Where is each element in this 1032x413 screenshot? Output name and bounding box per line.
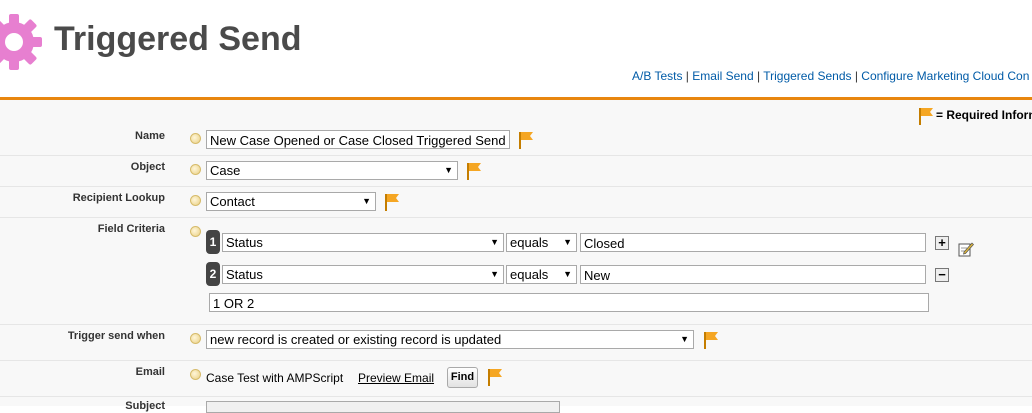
required-flag-icon — [488, 369, 502, 386]
chevron-down-icon: ▼ — [490, 269, 499, 279]
recipient-lookup-label: Recipient Lookup — [72, 192, 165, 204]
name-label: Name — [135, 130, 165, 142]
criteria-field-value: Status — [226, 267, 263, 282]
recipient-lookup-value: Contact — [210, 194, 255, 209]
chevron-down-icon: ▼ — [444, 165, 453, 175]
email-name: Case Test with AMPScript — [206, 371, 344, 385]
chevron-down-icon: ▼ — [563, 237, 572, 247]
help-icon[interactable] — [190, 369, 201, 380]
criteria-field-value: Status — [226, 235, 263, 250]
required-flag-icon — [519, 132, 533, 149]
required-flag-icon — [467, 163, 481, 180]
criteria-value-field[interactable]: New — [580, 265, 926, 284]
criteria-row-number: 1 — [206, 230, 220, 254]
header-links: A/B Tests | Email Send | Triggered Sends… — [632, 69, 1029, 83]
chevron-down-icon: ▼ — [563, 269, 572, 279]
remove-criteria-button[interactable]: − — [935, 268, 949, 282]
help-icon[interactable] — [190, 333, 201, 344]
field-criteria-label: Field Criteria — [97, 223, 165, 235]
criteria-row-number: 2 — [206, 262, 220, 286]
required-legend: = Required Inform — [918, 107, 1032, 125]
object-label: Object — [130, 161, 165, 173]
name-field[interactable]: New Case Opened or Case Closed Triggered… — [206, 130, 510, 149]
criteria-logic-field[interactable]: 1 OR 2 — [209, 293, 929, 312]
link-separator: | — [753, 69, 764, 83]
subject-label: Subject — [125, 400, 165, 412]
required-flag-icon — [919, 108, 933, 125]
help-icon[interactable] — [190, 164, 201, 175]
row-divider — [0, 396, 1032, 397]
row-divider — [0, 155, 1032, 156]
link-separator: | — [851, 69, 862, 83]
chevron-down-icon: ▼ — [362, 196, 371, 206]
email-label: Email — [135, 366, 165, 378]
recipient-lookup-select[interactable]: Contact ▼ — [206, 192, 376, 211]
trigger-select-value: new record is created or existing record… — [210, 332, 502, 347]
subject-field — [206, 401, 560, 413]
help-icon[interactable] — [190, 133, 201, 144]
row-divider — [0, 217, 1032, 218]
criteria-field-select[interactable]: Status ▼ — [222, 233, 504, 252]
edit-pencil-icon[interactable] — [958, 241, 974, 257]
criteria-operator-value: equals — [510, 235, 549, 250]
help-icon[interactable] — [190, 195, 201, 206]
link-ab-tests[interactable]: A/B Tests — [632, 69, 682, 83]
link-separator: | — [682, 69, 693, 83]
criteria-operator-value: equals — [510, 267, 549, 282]
required-legend-text: = Required Inform — [936, 108, 1032, 123]
add-criteria-button[interactable]: + — [935, 236, 949, 250]
find-button[interactable]: Find — [447, 367, 478, 388]
link-email-send[interactable]: Email Send — [692, 69, 753, 83]
chevron-down-icon: ▼ — [680, 334, 689, 344]
criteria-field-select[interactable]: Status ▼ — [222, 265, 504, 284]
chevron-down-icon: ▼ — [490, 237, 499, 247]
page-title: Triggered Send — [54, 20, 302, 58]
object-select-value: Case — [210, 163, 241, 178]
trigger-select[interactable]: new record is created or existing record… — [206, 330, 694, 349]
criteria-operator-select[interactable]: equals ▼ — [506, 233, 577, 252]
gear-icon — [0, 14, 42, 70]
link-configure-marketing-cloud[interactable]: Configure Marketing Cloud Con — [861, 69, 1029, 83]
object-select[interactable]: Case ▼ — [206, 161, 458, 180]
criteria-value-field[interactable]: Closed — [580, 233, 926, 252]
page-header: Triggered Send A/B Tests | Email Send | … — [0, 0, 1032, 98]
row-divider — [0, 360, 1032, 361]
trigger-label: Trigger send when — [67, 330, 165, 342]
required-flag-icon — [385, 194, 399, 211]
help-icon[interactable] — [190, 226, 201, 237]
row-divider — [0, 324, 1032, 325]
required-flag-icon — [704, 332, 718, 349]
criteria-operator-select[interactable]: equals ▼ — [506, 265, 577, 284]
link-triggered-sends[interactable]: Triggered Sends — [763, 69, 851, 83]
row-divider — [0, 186, 1032, 187]
preview-email-link[interactable]: Preview Email — [358, 371, 434, 385]
